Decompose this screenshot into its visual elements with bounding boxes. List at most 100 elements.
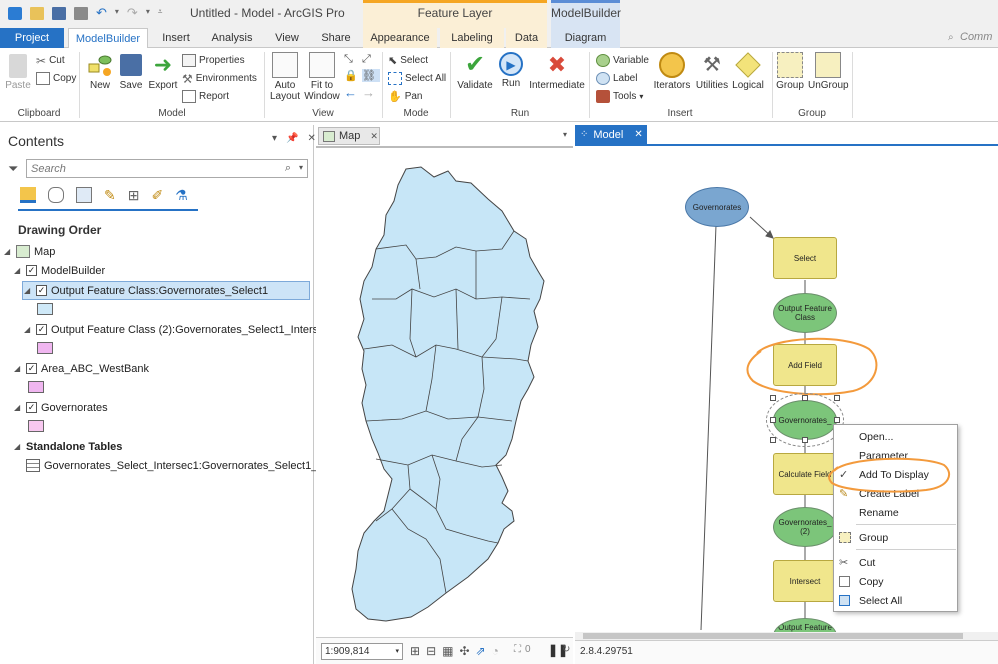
menu-item-open[interactable]: Open...: [834, 427, 957, 446]
list-by-selection-icon[interactable]: [76, 187, 92, 203]
menu-item-cut[interactable]: ✂ Cut: [834, 553, 957, 572]
command-search-input[interactable]: Comm: [960, 31, 992, 43]
model-node-add-field[interactable]: Add Field: [773, 344, 837, 386]
print-icon[interactable]: [74, 7, 88, 20]
visibility-checkbox[interactable]: ✓: [26, 265, 37, 276]
list-by-charts-icon[interactable]: ⚗: [175, 187, 188, 204]
menu-item-parameter[interactable]: Parameter: [834, 446, 957, 465]
model-node-governorates[interactable]: Governorates: [685, 187, 749, 227]
expand-triangle-icon[interactable]: ◢: [24, 325, 32, 334]
tab-labeling[interactable]: Labeling: [440, 28, 504, 48]
list-by-snapping-icon[interactable]: ⊞: [128, 187, 140, 204]
contents-search-input[interactable]: Search ⌕ ▾: [26, 159, 308, 178]
tab-modelbuilder[interactable]: ModelBuilder: [68, 28, 148, 49]
expand-triangle-icon[interactable]: ◢: [4, 247, 12, 256]
validate-button[interactable]: ✔ Validate: [455, 52, 495, 92]
selection-handle[interactable]: [802, 437, 808, 443]
scrollbar-thumb[interactable]: [583, 633, 963, 639]
pin-icon[interactable]: 📌: [286, 133, 298, 144]
chevron-down-icon[interactable]: ▾: [563, 130, 567, 139]
zoom-to-fit-icon[interactable]: ⤡: [344, 53, 362, 66]
toc-standalone-tables[interactable]: ◢ Standalone Tables: [14, 438, 122, 455]
visibility-checkbox[interactable]: ✓: [26, 363, 37, 374]
list-by-editing-icon[interactable]: ✎: [104, 187, 116, 204]
list-by-source-icon[interactable]: [48, 187, 64, 203]
select-all-button[interactable]: Select All: [388, 70, 446, 87]
selection-handle[interactable]: [834, 417, 840, 423]
grid-view-icon[interactable]: ⊟: [426, 644, 436, 658]
symbol-swatch-layer2[interactable]: [37, 342, 53, 354]
tab-diagram[interactable]: Diagram: [551, 28, 620, 48]
back-arrow-icon[interactable]: ←: [344, 85, 362, 100]
toc-table-1[interactable]: Governorates_Select_Intersec1:Governorat…: [26, 457, 357, 474]
model-node-intersect[interactable]: Intersect: [773, 560, 837, 602]
tab-data[interactable]: Data: [506, 28, 547, 48]
tab-appearance[interactable]: Appearance: [363, 28, 437, 48]
selected-features-icon[interactable]: ⛶: [514, 644, 521, 655]
visibility-checkbox[interactable]: ✓: [36, 324, 47, 335]
model-node-output-fc[interactable]: Output Feature Class: [773, 293, 837, 333]
menu-item-select-all[interactable]: Select All: [834, 591, 957, 610]
iterators-button[interactable]: Iterators: [652, 52, 692, 91]
rotate-icon[interactable]: ◔: [492, 644, 499, 658]
export-button[interactable]: ➜ Export: [146, 52, 180, 91]
model-node-select[interactable]: Select: [773, 237, 837, 279]
select-mode-button[interactable]: ⬉ Select: [388, 52, 428, 69]
properties-button[interactable]: Properties: [182, 52, 245, 69]
menu-item-copy[interactable]: Copy: [834, 572, 957, 591]
map-canvas[interactable]: [316, 149, 573, 637]
zoom-in-icon[interactable]: ⤢: [362, 53, 380, 66]
toc-layer-output-fc-1[interactable]: ◢ ✓ Output Feature Class:Governorates_Se…: [24, 282, 268, 299]
tab-analysis[interactable]: Analysis: [206, 28, 258, 48]
menu-item-add-to-display[interactable]: ✓ Add To Display: [834, 465, 957, 484]
copy-button[interactable]: Copy: [36, 70, 76, 87]
model-node-governorates-1[interactable]: Governorates_: [766, 393, 844, 447]
selection-handle[interactable]: [770, 437, 776, 443]
tab-share[interactable]: Share: [314, 28, 358, 48]
logical-button[interactable]: Logical: [730, 52, 766, 91]
expand-triangle-icon[interactable]: ◢: [14, 266, 22, 275]
redo-icon[interactable]: ↷: [127, 6, 138, 20]
paste-button[interactable]: Paste: [4, 54, 32, 91]
tab-model-view[interactable]: ⁘ Model ✕: [575, 125, 647, 144]
selection-handle[interactable]: [770, 395, 776, 401]
expand-triangle-icon[interactable]: ◢: [14, 442, 22, 451]
close-icon[interactable]: ✕: [307, 133, 315, 144]
link-icon[interactable]: ⛓: [362, 69, 380, 82]
expand-triangle-icon[interactable]: ◢: [24, 286, 32, 295]
tab-map-view[interactable]: Map ✕: [318, 127, 380, 145]
save-model-button[interactable]: Save: [118, 52, 144, 91]
map-scale-combo[interactable]: 1:909,814 ▾: [321, 643, 403, 660]
toc-modelbuilder[interactable]: ◢ ✓ ModelBuilder: [14, 262, 105, 279]
symbol-swatch-layer1[interactable]: [37, 303, 53, 315]
symbol-swatch-area[interactable]: [28, 381, 44, 393]
horizontal-scrollbar[interactable]: [575, 632, 998, 640]
intermediate-button[interactable]: ✖ Intermediate: [528, 52, 586, 91]
variable-button[interactable]: Variable: [596, 52, 649, 69]
environments-button[interactable]: ⚒ Environments: [182, 70, 257, 87]
cut-button[interactable]: ✂ Cut: [36, 52, 65, 69]
save-project-icon[interactable]: [52, 7, 66, 20]
table-view-icon[interactable]: ⊞: [410, 644, 420, 658]
selection-handle[interactable]: [770, 417, 776, 423]
symbol-swatch-governorates[interactable]: [28, 420, 44, 432]
visibility-checkbox[interactable]: ✓: [26, 402, 37, 413]
toc-governorates[interactable]: ◢ ✓ Governorates: [14, 399, 108, 416]
menu-item-group[interactable]: Group: [834, 528, 957, 547]
new-model-button[interactable]: New: [86, 52, 114, 91]
auto-layout-button[interactable]: Auto Layout: [268, 52, 302, 102]
redo-dropdown-icon[interactable]: ▾: [146, 7, 150, 20]
filter-icon[interactable]: ⏷: [8, 161, 18, 177]
model-node-calculate-field[interactable]: Calculate Field: [773, 453, 837, 495]
expand-triangle-icon[interactable]: ◢: [14, 403, 22, 412]
tab-insert[interactable]: Insert: [154, 28, 198, 48]
forward-arrow-icon[interactable]: →: [362, 85, 380, 100]
expand-triangle-icon[interactable]: ◢: [14, 364, 22, 373]
list-by-drawing-order-icon[interactable]: [20, 187, 36, 203]
undo-icon[interactable]: ↶: [96, 6, 107, 20]
label-button[interactable]: Label: [596, 70, 637, 87]
toc-layer-output-fc-2[interactable]: ◢ ✓ Output Feature Class (2):Governorate…: [24, 321, 324, 338]
visibility-checkbox[interactable]: ✓: [36, 285, 47, 296]
ungroup-button[interactable]: UnGroup: [808, 52, 849, 91]
measure-icon[interactable]: ▦: [442, 644, 453, 658]
